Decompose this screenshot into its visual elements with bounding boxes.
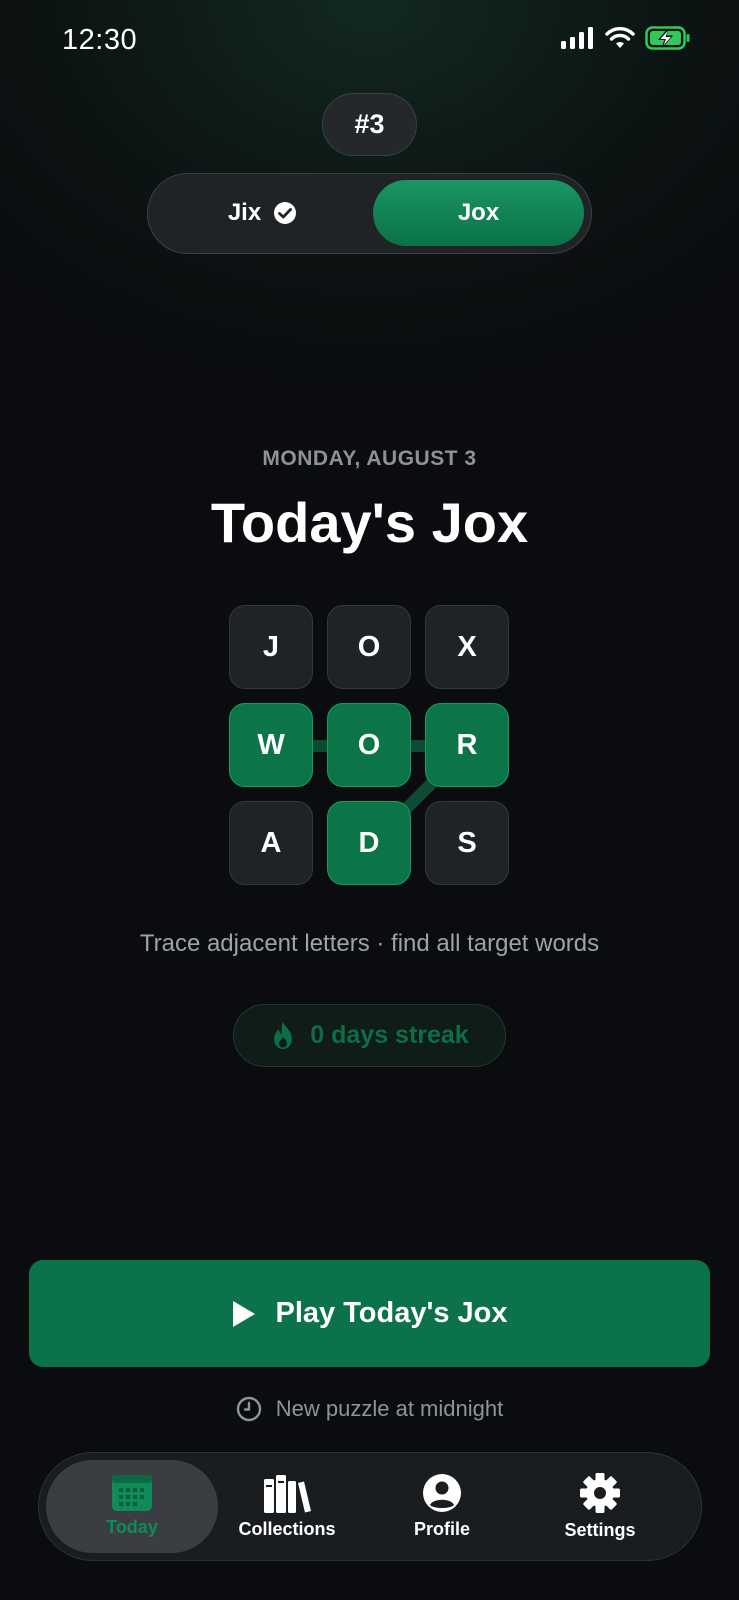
streak-badge: 0 days streak	[233, 1004, 506, 1067]
streak-label: 0 days streak	[310, 1021, 469, 1049]
grid-tile[interactable]: J	[229, 605, 313, 689]
mode-switcher: Jix Jox	[147, 173, 592, 254]
calendar-icon	[112, 1475, 152, 1511]
status-time: 12:30	[62, 24, 138, 56]
segment-jix-label: Jix	[227, 199, 262, 226]
checkmark-circle-icon	[274, 202, 297, 224]
grid-tile[interactable]: O	[327, 605, 411, 689]
segment-jix[interactable]: Jix	[156, 180, 369, 246]
flame-icon	[274, 1021, 293, 1049]
page-title: Today's Jox	[210, 491, 529, 554]
signal-icon	[561, 27, 593, 49]
grid-tile[interactable]: A	[229, 801, 313, 885]
gear-icon	[580, 1473, 620, 1513]
grid-tile-highlighted[interactable]: R	[425, 703, 509, 787]
grid-tile[interactable]: S	[425, 801, 509, 885]
grid-tile-highlighted[interactable]: O	[327, 703, 411, 787]
tab-settings[interactable]: Settings	[514, 1460, 686, 1553]
clock-icon	[236, 1396, 261, 1422]
profile-icon	[423, 1474, 461, 1512]
tab-today-label: Today	[106, 1517, 158, 1537]
wifi-icon	[605, 27, 635, 48]
books-icon	[264, 1475, 311, 1513]
play-icon	[233, 1300, 256, 1327]
segment-jox-label: Jox	[457, 199, 500, 226]
puzzle-number-badge: #3	[322, 93, 417, 156]
status-icons	[561, 26, 691, 50]
tab-today[interactable]: Today	[46, 1460, 218, 1553]
tab-profile[interactable]: Profile	[356, 1460, 528, 1553]
play-button[interactable]: Play Today's Jox	[29, 1260, 710, 1367]
play-button-label: Play Today's Jox	[275, 1297, 508, 1329]
date-label: MONDAY, AUGUST 3	[262, 447, 477, 470]
tab-bar: Today Collections Profile Settings	[38, 1452, 702, 1561]
grid-tile-highlighted[interactable]: W	[229, 703, 313, 787]
next-puzzle-label: New puzzle at midnight	[275, 1396, 504, 1421]
battery-charging-icon	[645, 26, 690, 50]
instructions-text: Trace adjacent letters · find all target…	[139, 930, 600, 957]
tab-collections[interactable]: Collections	[201, 1460, 373, 1553]
next-puzzle-notice: New puzzle at midnight	[0, 1396, 739, 1422]
segment-jox[interactable]: Jox	[373, 180, 584, 246]
grid-tile[interactable]: X	[425, 605, 509, 689]
letter-grid: J O X W O R A D S	[229, 605, 511, 887]
tab-collections-label: Collections	[238, 1519, 336, 1539]
grid-tile-highlighted[interactable]: D	[327, 801, 411, 885]
tab-profile-label: Profile	[413, 1519, 470, 1539]
tab-settings-label: Settings	[564, 1520, 636, 1540]
